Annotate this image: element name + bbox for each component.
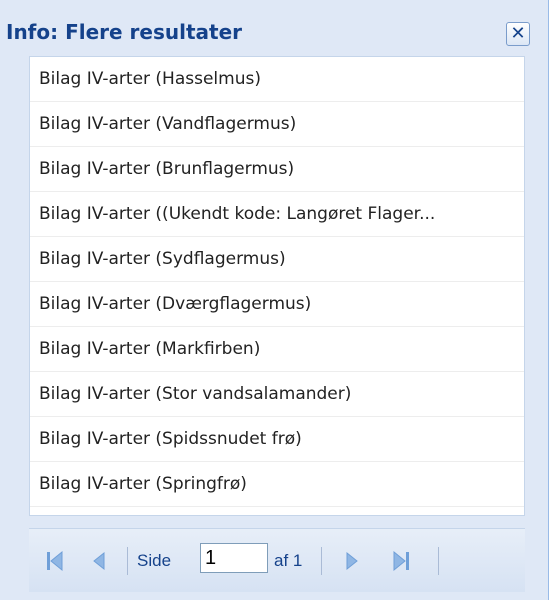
last-page-icon[interactable] bbox=[391, 549, 413, 573]
list-item[interactable]: Bilag IV-arter (Spidssnudet frø) bbox=[30, 417, 524, 462]
panel-title: Info: Flere resultater bbox=[6, 20, 243, 44]
paging-toolbar: Side 1 af 1 bbox=[29, 528, 525, 592]
close-button[interactable]: ✕ bbox=[506, 22, 530, 46]
toolbar-separator bbox=[438, 547, 439, 575]
first-page-icon[interactable] bbox=[45, 549, 65, 573]
results-list: Bilag IV-arter (Hasselmus) Bilag IV-arte… bbox=[29, 56, 525, 516]
toolbar-separator bbox=[127, 547, 128, 575]
close-icon: ✕ bbox=[510, 23, 526, 44]
toolbar-separator bbox=[321, 547, 322, 575]
next-page-icon[interactable] bbox=[344, 549, 360, 573]
page-total-label: af 1 bbox=[274, 551, 303, 570]
list-item[interactable]: Bilag IV-arter (Springfrø) bbox=[30, 462, 524, 507]
list-item[interactable]: Bilag IV-arter (Dværgflagermus) bbox=[30, 282, 524, 327]
panel-header: Info: Flere resultater ✕ bbox=[0, 14, 549, 52]
list-item[interactable]: Bilag IV-arter (Sydflagermus) bbox=[30, 237, 524, 282]
list-item[interactable]: Bilag IV-arter (Vandflagermus) bbox=[30, 102, 524, 147]
list-item[interactable]: Bilag IV-arter (Brunflagermus) bbox=[30, 147, 524, 192]
list-item[interactable]: Bilag IV-arter (Markfirben) bbox=[30, 327, 524, 372]
prev-page-icon[interactable] bbox=[91, 549, 107, 573]
page-number-input[interactable]: 1 bbox=[200, 543, 268, 573]
page-label: Side bbox=[137, 551, 172, 570]
list-item[interactable]: Bilag IV-arter (Hasselmus) bbox=[30, 57, 524, 102]
list-item[interactable]: Bilag IV-arter ((Ukendt kode: Langøret F… bbox=[30, 192, 524, 237]
info-panel: Info: Flere resultater ✕ Bilag IV-arter … bbox=[0, 0, 549, 600]
list-item[interactable]: Bilag IV-arter (Stor vandsalamander) bbox=[30, 372, 524, 417]
